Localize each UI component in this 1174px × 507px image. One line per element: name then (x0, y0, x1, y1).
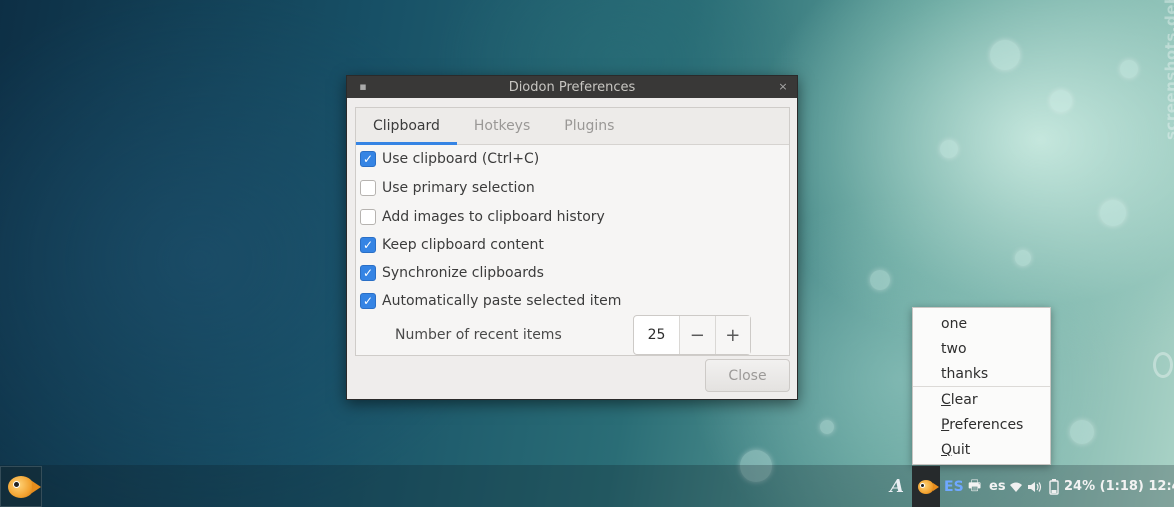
recent-items-label: Number of recent items (395, 327, 562, 343)
input-method-indicator[interactable]: A (890, 466, 904, 507)
recent-items-value[interactable]: 25 (634, 316, 680, 354)
dialog-titlebar[interactable]: ▪ Diodon Preferences × (347, 76, 797, 98)
tab-bar: Clipboard Hotkeys Plugins (356, 108, 789, 145)
watermark-text: screenshots.debian.net (1162, 0, 1174, 140)
wifi-glyph (1010, 482, 1022, 492)
battery-icon[interactable] (1047, 466, 1061, 507)
decrement-button[interactable]: − (680, 316, 716, 354)
option-keep-clipboard-content[interactable]: ✓ Keep clipboard content (360, 235, 544, 255)
option-synchronize-clipboards[interactable]: ✓ Synchronize clipboards (360, 263, 544, 283)
keyboard-layout-indicator[interactable]: ES (944, 466, 964, 507)
close-button[interactable]: Close (705, 359, 790, 392)
bokeh-10 (1070, 420, 1094, 444)
history-item-two[interactable]: two (941, 339, 967, 359)
accelerator-letter: P (941, 417, 950, 433)
accelerator-letter: Q (941, 442, 953, 458)
window-menu-icon[interactable]: ▪ (355, 79, 371, 95)
bokeh-9 (1120, 60, 1138, 78)
printer-icon[interactable]: 🖶 (968, 466, 981, 507)
tab-clipboard[interactable]: Clipboard (356, 108, 457, 145)
window-close-icon[interactable]: × (775, 79, 791, 95)
checkbox-unchecked-icon[interactable] (360, 180, 376, 196)
menu-separator (913, 386, 1050, 387)
accelerator-letter: C (941, 392, 951, 408)
bokeh-2 (1050, 90, 1072, 112)
diodon-fish-icon (8, 475, 41, 498)
menu-item-preferences[interactable]: Preferences (941, 415, 1023, 435)
option-label: Add images to clipboard history (382, 209, 605, 225)
option-label: Use clipboard (Ctrl+C) (382, 151, 540, 167)
tab-plugins[interactable]: Plugins (547, 108, 631, 144)
menu-item-label: references (949, 417, 1024, 433)
menu-item-quit[interactable]: Quit (941, 440, 970, 460)
bokeh-5 (1015, 250, 1031, 266)
wifi-icon[interactable] (1009, 466, 1023, 507)
volume-icon[interactable] (1027, 466, 1043, 507)
battery-clock-status[interactable]: 24% (1:18) 12:43 (1064, 466, 1174, 507)
history-item-one[interactable]: one (941, 314, 967, 334)
preferences-notebook: Clipboard Hotkeys Plugins ✓ Use clipboar… (355, 107, 790, 356)
menu-item-label: uit (952, 442, 971, 458)
increment-button[interactable]: + (715, 316, 750, 354)
checkbox-checked-icon[interactable]: ✓ (360, 237, 376, 253)
volume-glyph (1028, 481, 1042, 492)
diodon-popup-menu: one two thanks Clear Preferences Quit (912, 307, 1051, 465)
menu-item-clear[interactable]: Clear (941, 390, 978, 410)
option-label: Automatically paste selected item (382, 293, 622, 309)
option-label: Use primary selection (382, 180, 535, 196)
checkbox-checked-icon[interactable]: ✓ (360, 293, 376, 309)
bokeh-8 (820, 420, 834, 434)
option-label: Keep clipboard content (382, 237, 544, 253)
bokeh-6 (870, 270, 890, 290)
menu-item-label: lear (950, 392, 978, 408)
tab-hotkeys[interactable]: Hotkeys (457, 108, 547, 144)
bokeh-4 (1100, 200, 1126, 226)
checkbox-checked-icon[interactable]: ✓ (360, 151, 376, 167)
option-use-primary-selection[interactable]: Use primary selection (360, 178, 535, 198)
option-label: Synchronize clipboards (382, 265, 544, 281)
history-item-thanks[interactable]: thanks (941, 364, 988, 384)
debian-logo-icon (1153, 352, 1173, 378)
bokeh-1 (990, 40, 1020, 70)
option-add-images[interactable]: Add images to clipboard history (360, 207, 605, 227)
checkbox-checked-icon[interactable]: ✓ (360, 265, 376, 281)
diodon-tray-icon[interactable] (912, 466, 940, 507)
bokeh-3 (940, 140, 958, 158)
diodon-launcher[interactable] (0, 466, 42, 507)
dialog-title: Diodon Preferences (508, 79, 636, 95)
recent-items-spinbutton: 25 − + (633, 315, 751, 355)
battery-glyph (1049, 478, 1059, 495)
diodon-fish-icon (918, 479, 939, 494)
preferences-dialog: ▪ Diodon Preferences × Clipboard Hotkeys… (346, 75, 798, 400)
option-auto-paste[interactable]: ✓ Automatically paste selected item (360, 291, 621, 311)
option-use-clipboard[interactable]: ✓ Use clipboard (Ctrl+C) (360, 149, 539, 169)
checkbox-unchecked-icon[interactable] (360, 209, 376, 225)
keyboard-layout-label[interactable]: es (989, 466, 1006, 507)
